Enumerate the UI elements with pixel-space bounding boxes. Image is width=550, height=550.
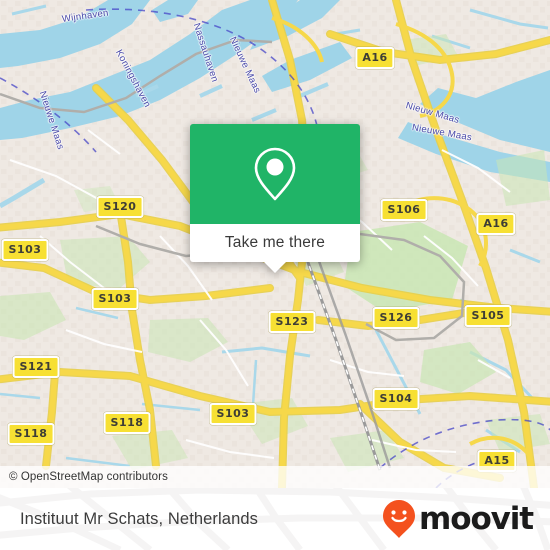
location-title: Instituut Mr Schats, Netherlands — [20, 509, 258, 528]
road-shield: A16 — [355, 47, 395, 69]
road-shield: S104 — [372, 388, 420, 410]
take-me-there-button[interactable]: Take me there — [190, 224, 360, 273]
road-shield: S126 — [372, 307, 420, 329]
moovit-logo[interactable]: moovit — [382, 499, 534, 539]
road-shield: S118 — [7, 423, 55, 445]
road-shield: S121 — [12, 356, 60, 378]
road-shield: S103 — [209, 403, 257, 425]
map-popup-card[interactable]: Take me there — [190, 124, 360, 273]
road-shield: S105 — [464, 305, 512, 327]
road-shield: S120 — [96, 196, 144, 218]
footer-bar: Instituut Mr Schats, Netherlands moovit — [0, 488, 550, 550]
footer-content: Instituut Mr Schats, Netherlands moovit — [0, 488, 550, 550]
road-shield: S103 — [1, 239, 49, 261]
take-me-there-label: Take me there — [224, 234, 326, 251]
map-attribution-bar: © OpenStreetMap contributors — [0, 466, 550, 488]
road-shield: S106 — [380, 199, 428, 221]
moovit-wordmark: moovit — [419, 500, 534, 537]
road-shield: S123 — [268, 311, 316, 333]
road-shield: S118 — [103, 412, 151, 434]
road-shield: S103 — [91, 288, 139, 310]
map-pin-icon — [254, 147, 296, 201]
moovit-map-screenshot: Wijnhaven Nassauhaven Koningshaven Nieuw… — [0, 0, 550, 550]
attribution-text: © OpenStreetMap contributors — [9, 471, 168, 483]
map-canvas[interactable]: Wijnhaven Nassauhaven Koningshaven Nieuw… — [0, 0, 550, 488]
popup-pointer-tail — [264, 262, 286, 273]
popup-icon-area — [190, 124, 360, 224]
moovit-smiling-pin-icon — [383, 500, 416, 538]
road-shield: A16 — [476, 213, 516, 235]
